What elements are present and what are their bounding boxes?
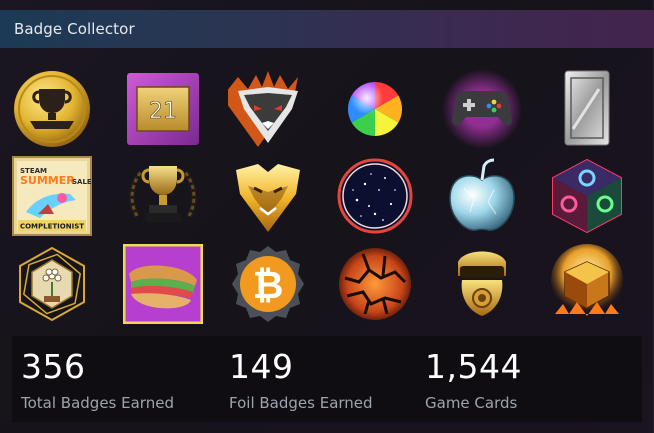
total-badges-value: 356 [21,347,86,386]
summer-sale-line4: COMPLETIONIST [20,223,84,231]
bitcoin-badge-icon[interactable]: ₿ [228,244,308,324]
level-21-badge-icon[interactable]: 21 [123,69,203,149]
gamepad-badge-icon[interactable] [442,69,522,149]
svg-text:₿: ₿ [253,263,284,307]
gold-trophy-laurel-badge-icon[interactable] [123,156,203,236]
gas-mask-badge-icon[interactable] [442,244,522,324]
badge-grid: 21 STEAM SUMMER SALE COMPLETIONIST ₿ [10,64,644,334]
lava-orb-badge-icon[interactable] [335,244,415,324]
trophy-medal-icon[interactable] [12,69,92,149]
summer-sale-line2: SUMMER [20,174,75,187]
sandwich-badge-icon[interactable] [123,244,203,324]
panel-header: Badge Collector [0,10,654,48]
level-21-label: 21 [149,99,177,124]
wolf-fire-badge-icon[interactable] [228,69,308,149]
starry-portal-badge-icon[interactable] [335,156,415,236]
stat-total-badges: 356 Total Badges Earned [21,347,174,413]
stats-bar: 356 Total Badges Earned 149 Foil Badges … [12,336,642,422]
neon-cube-badge-icon[interactable] [547,156,627,236]
stat-game-cards: 1,544 Game Cards [425,347,522,413]
game-cards-value: 1,544 [425,347,522,386]
flower-hexagon-badge-icon[interactable] [12,244,92,324]
stat-foil-badges: 149 Foil Badges Earned [229,347,373,413]
glowing-cube-badge-icon[interactable] [547,244,627,324]
rainbow-orb-badge-icon[interactable] [335,69,415,149]
foil-badges-value: 149 [229,347,294,386]
panel-title: Badge Collector [14,20,135,38]
foil-badges-label: Foil Badges Earned [229,394,373,412]
game-cards-label: Game Cards [425,394,518,412]
total-badges-label: Total Badges Earned [21,394,174,412]
steam-summer-sale-badge-icon[interactable]: STEAM SUMMER SALE COMPLETIONIST [12,156,92,236]
crystal-apple-badge-icon[interactable] [442,156,522,236]
summer-sale-line3: SALE [72,178,92,186]
badge-collector-panel: Badge Collector 21 STEAM SUMMER SALE COM… [0,0,654,433]
silver-card-badge-icon[interactable] [547,69,627,149]
gold-bear-badge-icon[interactable] [228,156,308,236]
